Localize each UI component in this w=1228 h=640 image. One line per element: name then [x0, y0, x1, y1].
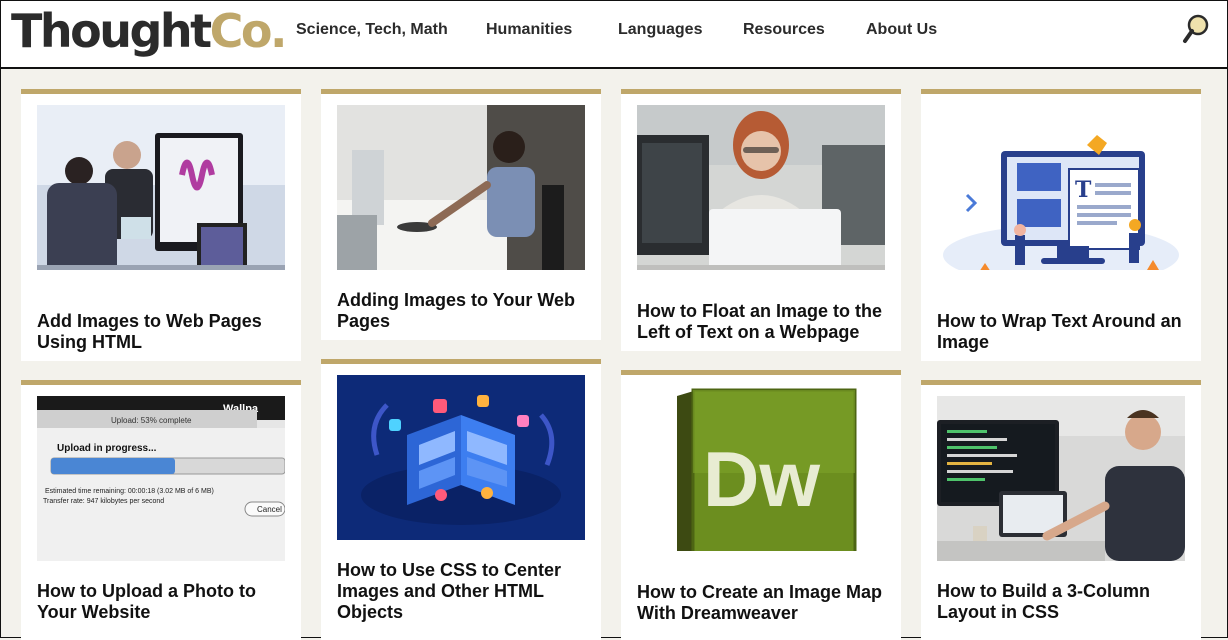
card-thumbnail: Wallpa Upload: 53% complete Upload in pr…: [37, 396, 285, 561]
nav-label: Humanities: [486, 21, 573, 38]
card-thumbnail: T: [937, 105, 1185, 270]
dreamweaver-logo-text: Dw: [703, 435, 820, 523]
nav-label: About Us: [866, 21, 938, 38]
logo-text-co: Co.: [209, 4, 288, 58]
web-layout-illustration: T: [937, 105, 1185, 270]
logo-text-thought: Thought: [11, 4, 212, 58]
card-title[interactable]: How to Wrap Text Around an Image: [937, 311, 1187, 353]
card-title[interactable]: How to Float an Image to the Left of Tex…: [637, 301, 887, 343]
site-header: ThoughtCo. Science, Tech, Math Humanitie…: [1, 1, 1227, 69]
article-card-wrap-text[interactable]: T How to Wrap Text Around an Image: [921, 89, 1201, 361]
article-card-3-column[interactable]: How to Build a 3-Column Layout in CSS: [921, 380, 1201, 640]
nav-about-us[interactable]: About Us: [866, 1, 937, 59]
search-button[interactable]: [1181, 13, 1211, 47]
people-at-computer-monitors-photo: [37, 105, 285, 270]
woman-at-laptop-photo: [637, 105, 885, 270]
dreamweaver-logo: Dw: [637, 386, 885, 551]
developer-coding-photo: [937, 396, 1185, 561]
article-card-upload-photo[interactable]: Wallpa Upload: 53% complete Upload in pr…: [21, 380, 301, 640]
dialog-transfer-rate: Transfer rate: 947 kilobytes per second: [43, 498, 164, 505]
nav-humanities[interactable]: Humanities: [486, 1, 572, 59]
card-thumbnail: [937, 396, 1185, 561]
card-thumbnail: [37, 105, 285, 270]
upload-progress-fill: [51, 458, 175, 474]
nav-science-tech-math[interactable]: Science, Tech, Math: [296, 1, 448, 59]
nav-label: Resources: [743, 21, 825, 38]
dialog-time-remaining: Estimated time remaining: 00:00:18 (3.02…: [45, 488, 214, 495]
nav-languages[interactable]: Languages: [618, 1, 702, 59]
article-card-css-center[interactable]: How to Use CSS to Center Images and Othe…: [321, 359, 601, 640]
card-title[interactable]: How to Use CSS to Center Images and Othe…: [337, 560, 587, 623]
card-thumbnail: [637, 105, 885, 270]
article-card-image-map[interactable]: Dw How to Create an Image Map With Dream…: [621, 370, 901, 640]
isometric-css-illustration: [337, 375, 585, 540]
dialog-heading: Upload in progress...: [57, 443, 157, 454]
card-title[interactable]: How to Upload a Photo to Your Website: [37, 581, 287, 623]
magnifier-icon: [1183, 14, 1209, 43]
article-card-float-image[interactable]: How to Float an Image to the Left of Tex…: [621, 89, 901, 351]
upload-progress-dialog-screenshot: Wallpa Upload: 53% complete Upload in pr…: [37, 396, 285, 561]
woman-at-desk-computer-photo: [337, 105, 585, 270]
card-title[interactable]: Adding Images to Your Web Pages: [337, 290, 587, 332]
article-card-adding-images[interactable]: Adding Images to Your Web Pages: [321, 89, 601, 340]
dialog-window-title: Upload: 53% complete: [111, 416, 192, 425]
thoughtco-logo[interactable]: ThoughtCo.: [11, 1, 288, 61]
article-card-add-images[interactable]: Add Images to Web Pages Using HTML: [21, 89, 301, 361]
card-title[interactable]: How to Create an Image Map With Dreamwea…: [637, 582, 887, 624]
dialog-cancel-button: Cancel: [257, 505, 282, 514]
card-thumbnail: Dw: [637, 386, 885, 551]
card-title[interactable]: Add Images to Web Pages Using HTML: [37, 311, 287, 353]
card-title[interactable]: How to Build a 3-Column Layout in CSS: [937, 581, 1187, 623]
nav-resources[interactable]: Resources: [743, 1, 825, 59]
card-thumbnail: [337, 105, 585, 270]
card-thumbnail: [337, 375, 585, 540]
nav-label: Languages: [618, 21, 703, 38]
nav-label: Science, Tech, Math: [296, 21, 448, 38]
svg-text:T: T: [1075, 177, 1092, 203]
